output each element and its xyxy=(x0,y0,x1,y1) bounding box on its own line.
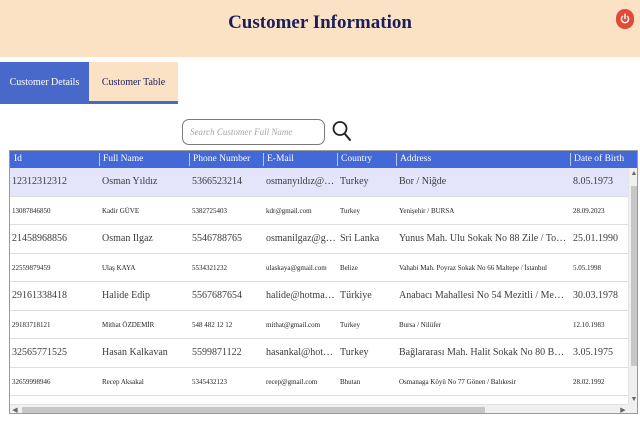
tab-bar: Customer Details Customer Table xyxy=(0,62,640,104)
cell-address[interactable]: Osmanaga Köyü No 77 Gönen / Balıkesir xyxy=(399,368,567,397)
cell-id[interactable]: 32565771525 xyxy=(12,339,96,368)
column-divider[interactable] xyxy=(396,153,397,166)
cell-full-name[interactable]: Hasan Kalkavan xyxy=(102,339,186,368)
table-header: Id Full Name Phone Number E-Mail Country… xyxy=(10,151,637,168)
cell-phone-number[interactable]: 5366523214 xyxy=(192,168,260,197)
scroll-left-icon[interactable]: ◀ xyxy=(10,405,20,413)
column-divider[interactable] xyxy=(99,153,100,166)
table-row[interactable]: 32565771525 Hasan Kalkavan 5599871122 hasan… xyxy=(10,339,628,368)
cell-phone-number[interactable]: 5567687654 xyxy=(192,282,260,311)
cell-full-name[interactable]: Ulaş KAYA xyxy=(102,254,186,283)
horizontal-scrollbar[interactable]: ◀ ▶ xyxy=(10,404,628,413)
cell-id[interactable]: 22559879459 xyxy=(12,254,96,283)
cell-country[interactable]: Turkey xyxy=(340,339,394,368)
cell-address[interactable]: Bağlararası Mah. Halit Sokak No 80 Borno… xyxy=(399,339,567,368)
cell-address[interactable]: Anabacı Mahallesi No 54 Mezitli / Mersin xyxy=(399,282,567,311)
cell-full-name[interactable]: Osman Ilgaz xyxy=(102,225,186,254)
cell-phone-number[interactable]: 5546788765 xyxy=(192,225,260,254)
cell-phone-number[interactable]: 5599871122 xyxy=(192,339,260,368)
customer-table: Id Full Name Phone Number E-Mail Country… xyxy=(9,150,638,414)
cell-id[interactable]: 12312312312 xyxy=(12,168,96,197)
page-title: Customer Information xyxy=(228,12,412,33)
cell-email[interactable]: halide@hotmail.com xyxy=(266,282,336,311)
cell-date-of-birth[interactable]: 28.09.2023 xyxy=(573,197,628,226)
column-header-email[interactable]: E-Mail xyxy=(267,151,294,168)
cell-full-name[interactable]: Kadir GÜVE xyxy=(102,197,186,226)
cell-id[interactable]: 29161338418 xyxy=(12,282,96,311)
cell-address[interactable]: Vahabi Mah. Poyraz Sokak No 66 Maltepe /… xyxy=(399,254,567,283)
column-divider[interactable] xyxy=(570,153,571,166)
cell-phone-number[interactable]: 548 482 12 12 xyxy=(192,311,260,340)
cell-email[interactable]: mithat@gmail.com xyxy=(266,311,336,340)
cell-address[interactable]: Yenişehir / BURSA xyxy=(399,197,567,226)
table-row[interactable]: 29183718121 Mithat ÖZDEMİR 548 482 12 12 mi… xyxy=(10,311,628,340)
cell-date-of-birth[interactable]: 25.01.1990 xyxy=(573,225,628,254)
cell-phone-number[interactable]: 5534321232 xyxy=(192,254,260,283)
column-header-full-name[interactable]: Full Name xyxy=(103,151,143,168)
cell-full-name[interactable]: Mithat ÖZDEMİR xyxy=(102,311,186,340)
column-header-country[interactable]: Country xyxy=(341,151,372,168)
column-header-address[interactable]: Address xyxy=(400,151,431,168)
column-header-date-of-birth[interactable]: Date of Birth xyxy=(574,151,624,168)
cell-address[interactable]: Bursa / Nilüfer xyxy=(399,311,567,340)
table-row[interactable]: 13087846850 Kadir GÜVE 5382725403 kdr@gmail… xyxy=(10,197,628,226)
cell-phone-number[interactable]: 5345432123 xyxy=(192,368,260,397)
cell-id[interactable]: 32659998946 xyxy=(12,368,96,397)
table-row[interactable]: 21458968856 Osman Ilgaz 5546788765 osmanilg… xyxy=(10,225,628,254)
cell-date-of-birth[interactable]: 28.02.1992 xyxy=(573,368,628,397)
cell-full-name[interactable]: Recep Aksakal xyxy=(102,368,186,397)
cell-phone-number[interactable]: 5382725403 xyxy=(192,197,260,226)
cell-date-of-birth[interactable]: 5.05.1998 xyxy=(573,254,628,283)
cell-id[interactable]: 21458968856 xyxy=(12,225,96,254)
scroll-right-icon[interactable]: ▶ xyxy=(618,405,628,413)
cell-id[interactable]: 13087846850 xyxy=(12,197,96,226)
scrollbar-corner xyxy=(628,404,637,413)
table-row[interactable]: 12312312312 Osman Yıldız 5366523214 osmanyı… xyxy=(10,168,628,197)
cell-date-of-birth[interactable]: 12.10.1983 xyxy=(573,311,628,340)
scroll-down-icon[interactable]: ▼ xyxy=(629,394,637,404)
search-button[interactable] xyxy=(331,119,353,143)
cell-date-of-birth[interactable]: 8.05.1973 xyxy=(573,168,628,197)
cell-country[interactable]: Belize xyxy=(340,254,394,283)
vertical-scrollbar[interactable]: ▲ ▼ xyxy=(628,168,637,404)
cell-email[interactable]: osmanilgaz@gmail.com xyxy=(266,225,336,254)
cell-email[interactable]: osmanyıldız@gmail.com xyxy=(266,168,336,197)
cell-country[interactable]: Turkey xyxy=(340,311,394,340)
cell-address[interactable]: Bor / Niğde xyxy=(399,168,567,197)
app-header: Customer Information xyxy=(0,0,640,57)
horizontal-scroll-thumb[interactable] xyxy=(22,407,485,413)
cell-email[interactable]: ulaskaya@gmail.com xyxy=(266,254,336,283)
scroll-up-icon[interactable]: ▲ xyxy=(629,168,637,178)
search-icon xyxy=(332,121,351,141)
tab-customer-details[interactable]: Customer Details xyxy=(0,62,89,104)
column-divider[interactable] xyxy=(189,153,190,166)
cell-email[interactable]: recep@gmail.com xyxy=(266,368,336,397)
cell-id[interactable]: 29183718121 xyxy=(12,311,96,340)
column-header-id[interactable]: Id xyxy=(14,151,22,168)
cell-country[interactable]: Sri Lanka xyxy=(340,225,394,254)
table-row[interactable]: 32659998946 Recep Aksakal 5345432123 recep@… xyxy=(10,368,628,397)
column-divider[interactable] xyxy=(337,153,338,166)
search-input[interactable] xyxy=(182,119,325,145)
cell-address[interactable]: Yunus Mah. Ulu Sokak No 88 Zile / Tokat xyxy=(399,225,567,254)
vertical-scroll-thumb[interactable] xyxy=(631,186,637,366)
cell-date-of-birth[interactable]: 3.05.1975 xyxy=(573,339,628,368)
cell-email[interactable]: kdr@gmail.com xyxy=(266,197,336,226)
power-icon xyxy=(620,13,630,24)
cell-full-name[interactable]: Osman Yıldız xyxy=(102,168,186,197)
column-divider[interactable] xyxy=(263,153,264,166)
column-header-phone-number[interactable]: Phone Number xyxy=(193,151,250,168)
table-row[interactable]: 22559879459 Ulaş KAYA 5534321232 ulaskaya@g… xyxy=(10,254,628,283)
table-row[interactable]: 29161338418 Halide Edip 5567687654 halide@h… xyxy=(10,282,628,311)
tab-customer-table[interactable]: Customer Table xyxy=(89,62,178,104)
cell-country[interactable]: Bhutan xyxy=(340,368,394,397)
cell-country[interactable]: Turkey xyxy=(340,168,394,197)
cell-country[interactable]: Türkiye xyxy=(340,282,394,311)
cell-date-of-birth[interactable]: 30.03.1978 xyxy=(573,282,628,311)
cell-full-name[interactable]: Halide Edip xyxy=(102,282,186,311)
cell-email[interactable]: hasankal@hotmail.com xyxy=(266,339,336,368)
power-button[interactable] xyxy=(616,9,634,29)
cell-country[interactable]: Turkey xyxy=(340,197,394,226)
